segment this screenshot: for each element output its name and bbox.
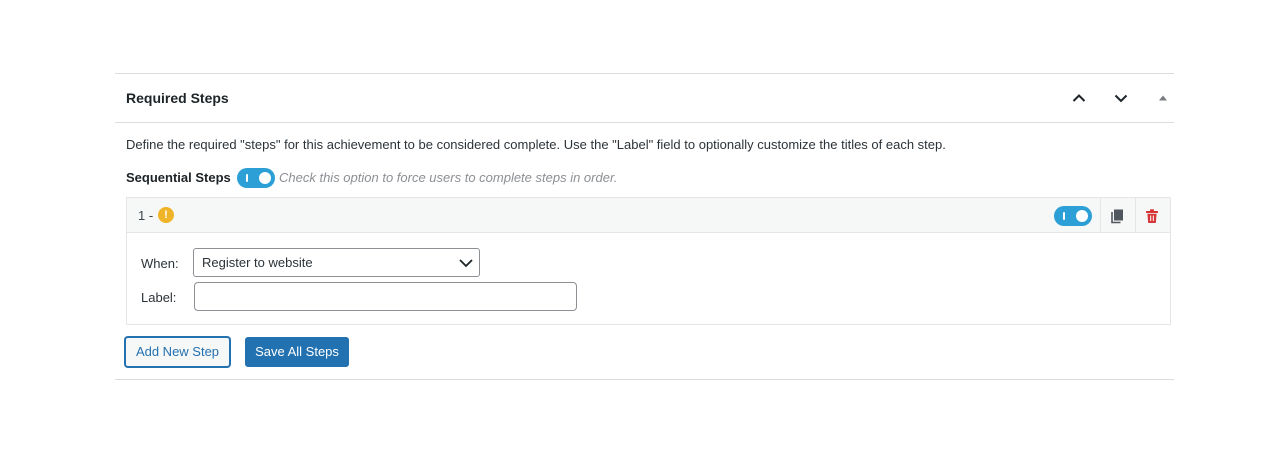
save-all-steps-button[interactable]: Save All Steps <box>245 337 349 367</box>
toggle-knob <box>259 172 271 184</box>
chevron-down-icon <box>1114 94 1128 103</box>
step-header[interactable]: 1 - ! <box>127 198 1170 233</box>
when-label: When: <box>141 256 179 271</box>
copy-icon <box>1111 209 1123 224</box>
toggle-panel-button[interactable] <box>1151 86 1175 110</box>
add-new-step-button[interactable]: Add New Step <box>125 337 230 367</box>
trigger-select-value: Register to website <box>202 255 313 270</box>
chevron-up-icon <box>1072 94 1086 102</box>
warning-icon: ! <box>158 207 174 223</box>
sequential-steps-label: Sequential Steps <box>126 170 231 185</box>
step-enabled-toggle[interactable] <box>1054 206 1092 226</box>
metabox-header: Required Steps <box>115 74 1174 123</box>
duplicate-step-button[interactable] <box>1108 207 1126 225</box>
triangle-up-icon <box>1159 95 1167 101</box>
toggle-on-mark <box>246 174 248 182</box>
label-field-label: Label: <box>141 290 177 305</box>
step-label-input[interactable] <box>194 282 577 311</box>
step-item: 1 - ! When: Register to website Label: <box>126 197 1171 325</box>
metabox-title: Required Steps <box>126 90 229 106</box>
trigger-select[interactable]: Register to website <box>193 248 480 277</box>
toggle-knob <box>1076 210 1088 222</box>
delete-step-button[interactable] <box>1143 207 1161 225</box>
metabox-description: Define the required "steps" for this ach… <box>126 137 946 152</box>
header-divider <box>1135 198 1136 232</box>
chevron-down-icon <box>459 259 473 268</box>
sequential-steps-toggle[interactable] <box>237 168 275 188</box>
required-steps-metabox: Required Steps Define the required "step… <box>115 73 1174 380</box>
toggle-on-mark <box>1063 212 1065 220</box>
trash-icon <box>1146 209 1158 223</box>
sequential-steps-hint: Check this option to force users to comp… <box>279 170 618 185</box>
step-number: 1 - <box>138 208 154 223</box>
move-down-button[interactable] <box>1109 86 1133 110</box>
header-divider <box>1100 198 1101 232</box>
move-up-button[interactable] <box>1067 86 1091 110</box>
